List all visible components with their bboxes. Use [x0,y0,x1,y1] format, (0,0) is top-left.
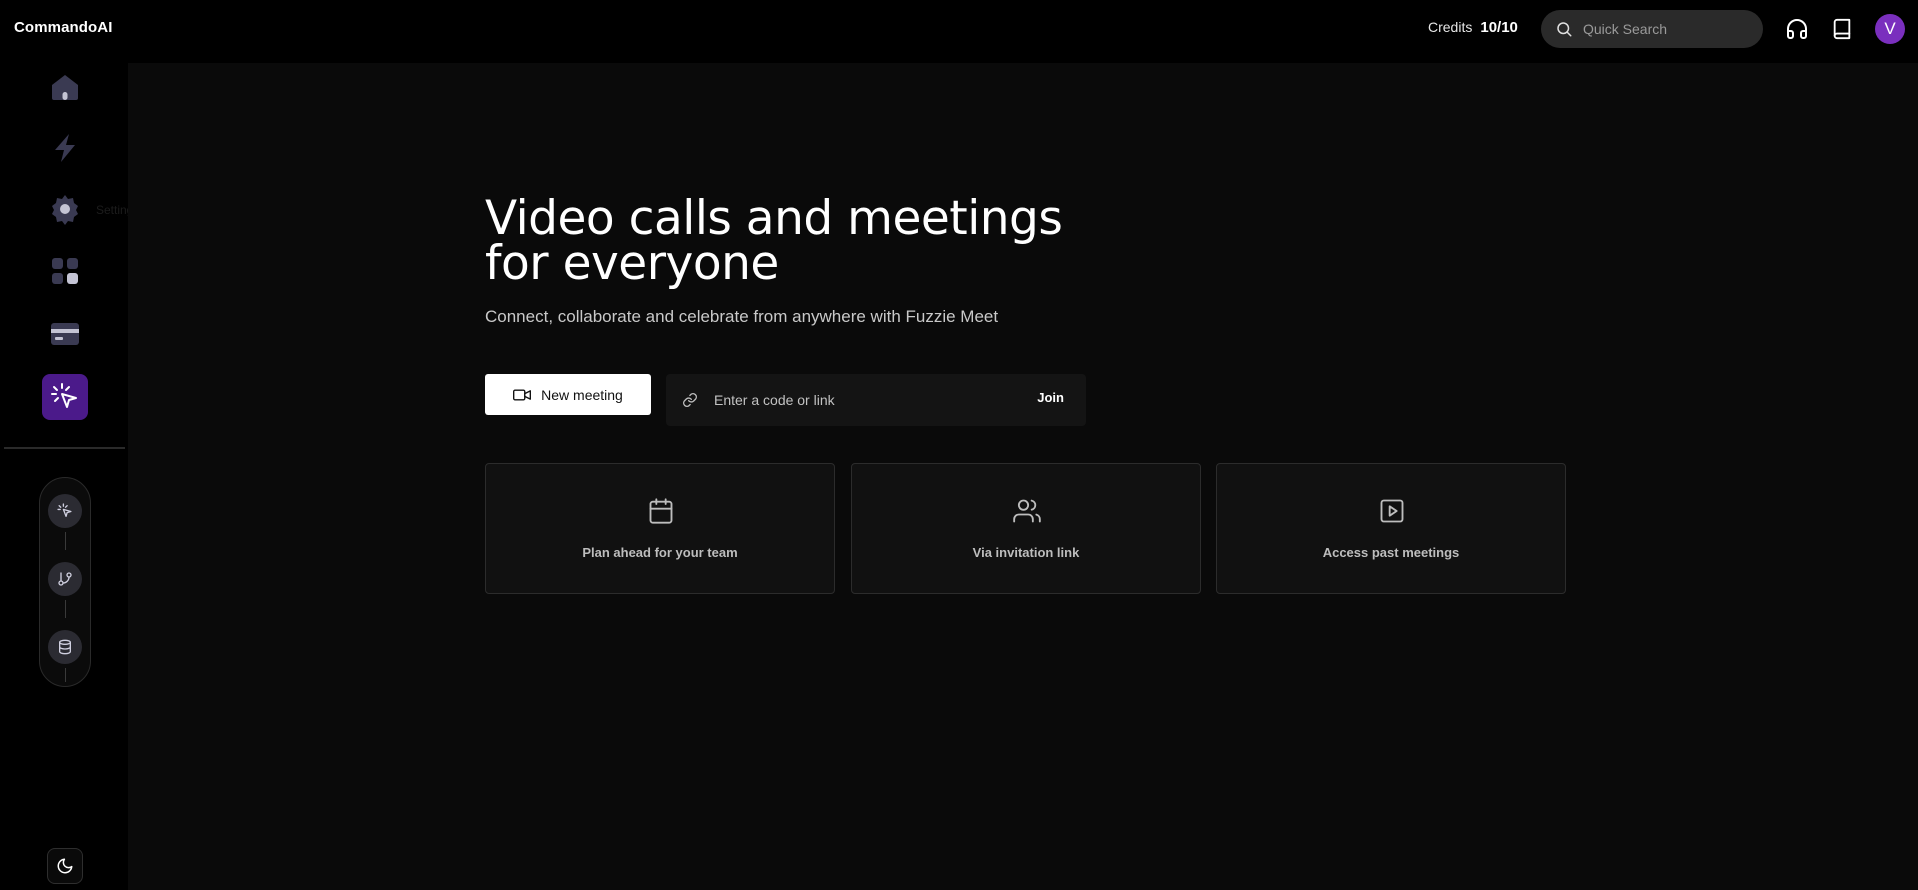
play-square-icon [1380,499,1404,523]
gear-icon [52,195,78,225]
search-icon [1557,22,1572,37]
new-meeting-label: New meeting [541,386,623,403]
top-bar: CommandoAI Credits 10/10 V [0,0,1918,58]
credits-indicator: Credits 10/10 [1428,19,1518,36]
meeting-code-input[interactable] [714,392,1004,408]
main-content: Video calls and meetings for everyone Co… [128,63,1918,890]
credits-label: Credits [1428,19,1473,35]
pipeline-step-branch[interactable] [48,562,82,596]
pipeline-connector [65,668,66,682]
sidebar-item-meetings[interactable] [42,374,88,420]
sidebar-item-settings[interactable] [42,186,88,232]
new-meeting-button[interactable]: New meeting [485,374,651,415]
pipeline-step-database[interactable] [48,630,82,664]
lightning-icon [55,134,75,162]
headphones-icon[interactable] [1784,16,1810,42]
pipeline-connector [65,600,66,618]
theme-toggle[interactable] [47,848,83,884]
book-icon[interactable] [1829,16,1855,42]
users-icon [1013,499,1041,523]
calendar-icon [649,498,673,524]
sidebar-item-home[interactable] [42,64,88,110]
sidebar-item-billing[interactable] [42,311,88,357]
link-icon [683,393,697,407]
credit-card-icon [51,323,79,345]
database-icon [59,639,71,655]
join-meeting-field[interactable]: Join [666,374,1086,426]
page-title: Video calls and meetings for everyone [485,191,1063,291]
page-subtitle: Connect, collaborate and celebrate from … [485,307,999,326]
grid-icon [52,258,78,284]
past-meetings-card[interactable]: Access past meetings [1216,463,1566,594]
sidebar-item-connections[interactable] [42,248,88,294]
card-label: Access past meetings [1322,545,1460,560]
avatar[interactable]: V [1875,14,1905,44]
pipeline-connector [65,532,66,550]
workflow-pipeline [39,477,91,687]
app-logo[interactable]: CommandoAI [14,19,113,36]
search-input[interactable] [1583,21,1743,37]
sidebar-divider [4,447,125,449]
video-camera-icon [513,388,532,401]
credits-value: 10/10 [1480,19,1518,36]
pipeline-step-trigger[interactable] [48,494,82,528]
home-icon [52,75,78,100]
card-label: Plan ahead for your team [582,545,738,560]
card-label: Via invitation link [972,545,1080,560]
invite-link-card[interactable]: Via invitation link [851,463,1201,594]
schedule-meeting-card[interactable]: Plan ahead for your team [485,463,835,594]
git-branch-icon [58,572,72,586]
quick-search[interactable] [1541,10,1763,48]
sidebar-item-automations[interactable] [42,125,88,171]
moon-icon [57,858,73,874]
cursor-click-icon [51,383,77,408]
sidebar: Settings [0,58,139,890]
join-button[interactable]: Join [1037,390,1064,405]
cursor-click-icon [57,503,72,517]
